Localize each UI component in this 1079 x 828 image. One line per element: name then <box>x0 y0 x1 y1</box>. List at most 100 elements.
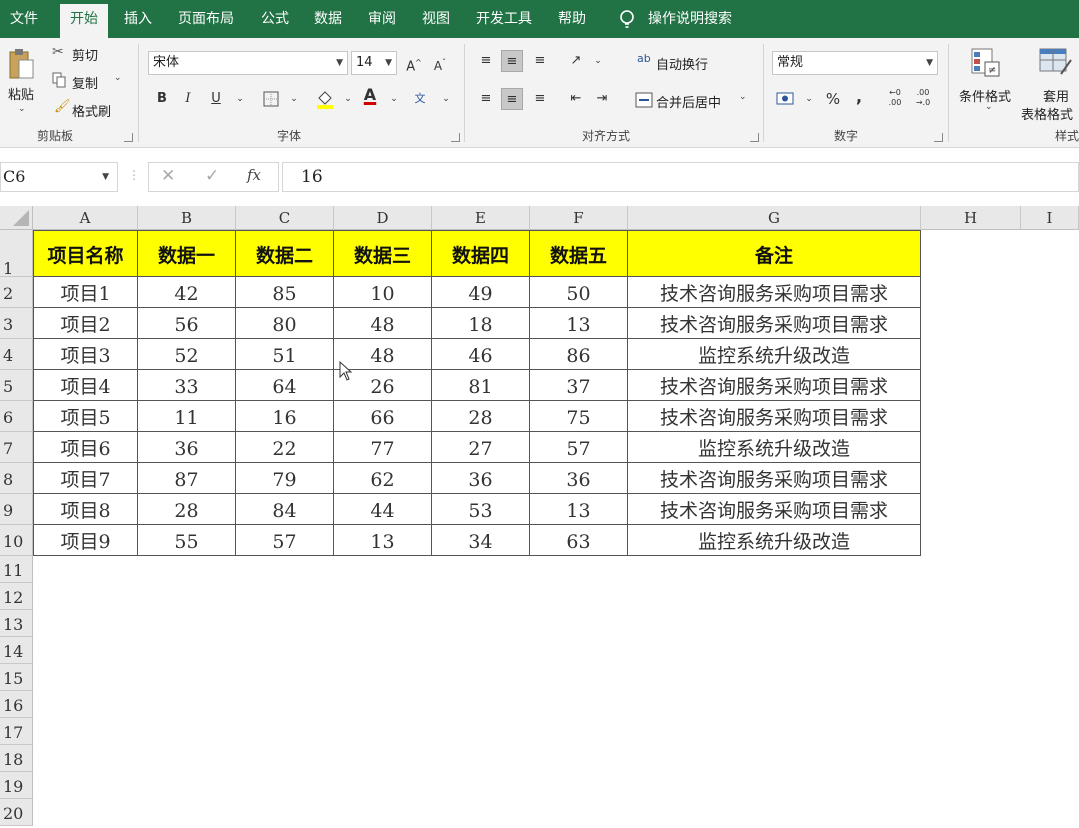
align-middle-icon[interactable]: ≡ <box>501 50 523 72</box>
accounting-dropdown-icon[interactable]: ⌄ <box>798 88 820 110</box>
table-header-cell[interactable]: 项目名称 <box>33 230 138 277</box>
table-header-cell[interactable]: 备注 <box>628 230 921 277</box>
table-cell[interactable]: 13 <box>530 494 628 525</box>
table-cell[interactable]: 技术咨询服务采购项目需求 <box>628 463 921 494</box>
table-cell[interactable]: 55 <box>138 525 236 556</box>
table-cell[interactable]: 87 <box>138 463 236 494</box>
table-cell[interactable]: 36 <box>530 463 628 494</box>
column-header-e[interactable]: E <box>432 206 530 230</box>
table-cell[interactable]: 34 <box>432 525 530 556</box>
enter-icon[interactable]: ✓ <box>205 166 219 186</box>
column-header-f[interactable]: F <box>530 206 628 230</box>
row-header-8[interactable]: 8 <box>0 463 33 494</box>
table-cell[interactable]: 27 <box>432 432 530 463</box>
tab-data[interactable]: 数据 <box>304 0 352 38</box>
table-cell[interactable]: 46 <box>432 339 530 370</box>
row-header-1[interactable]: 1 <box>0 230 33 278</box>
table-cell[interactable]: 51 <box>236 339 334 370</box>
table-cell[interactable]: 18 <box>432 308 530 339</box>
table-cell[interactable]: 技术咨询服务采购项目需求 <box>628 308 921 339</box>
clipboard-launcher[interactable] <box>124 133 133 142</box>
table-header-cell[interactable]: 数据二 <box>236 230 334 277</box>
table-cell[interactable]: 项目4 <box>33 370 138 401</box>
table-cell[interactable]: 56 <box>138 308 236 339</box>
orientation-dropdown-icon[interactable]: ⌄ <box>587 50 609 72</box>
row-header-11[interactable]: 11 <box>0 556 33 583</box>
increase-font-icon[interactable]: A^ <box>403 52 425 74</box>
table-cell[interactable]: 技术咨询服务采购项目需求 <box>628 494 921 525</box>
phonetic-button[interactable]: 文 <box>409 88 431 110</box>
conditional-format-dropdown-icon[interactable]: ⌄ <box>985 102 993 112</box>
italic-button[interactable]: I <box>177 88 199 110</box>
table-cell[interactable]: 项目8 <box>33 494 138 525</box>
wrap-text-button[interactable]: 自动换行 <box>656 54 708 73</box>
font-name-select[interactable]: 宋体 ▼ <box>148 51 348 75</box>
accounting-format-icon[interactable] <box>776 90 796 108</box>
table-cell[interactable]: 80 <box>236 308 334 339</box>
table-cell[interactable]: 42 <box>138 277 236 308</box>
decrease-indent-icon[interactable]: ⇤ <box>565 88 587 110</box>
row-header-10[interactable]: 10 <box>0 525 33 556</box>
tell-me-search[interactable]: 操作说明搜索 <box>638 0 742 38</box>
merge-dropdown-icon[interactable]: ⌄ <box>739 92 747 102</box>
paste-icon[interactable] <box>8 46 36 82</box>
table-cell[interactable]: 10 <box>334 277 432 308</box>
row-header-13[interactable]: 13 <box>0 610 33 637</box>
merge-center-button[interactable]: 合并后居中 <box>656 92 721 111</box>
tab-insert[interactable]: 插入 <box>114 0 162 38</box>
table-header-cell[interactable]: 数据一 <box>138 230 236 277</box>
row-header-17[interactable]: 17 <box>0 718 33 745</box>
table-cell[interactable]: 13 <box>334 525 432 556</box>
cancel-icon[interactable]: ✕ <box>161 166 175 186</box>
table-cell[interactable]: 项目3 <box>33 339 138 370</box>
increase-decimal-icon[interactable]: ←0.00 <box>884 88 906 110</box>
table-cell[interactable]: 技术咨询服务采购项目需求 <box>628 277 921 308</box>
percent-button[interactable]: % <box>822 88 844 110</box>
table-cell[interactable]: 44 <box>334 494 432 525</box>
table-cell[interactable]: 36 <box>432 463 530 494</box>
table-cell[interactable]: 项目6 <box>33 432 138 463</box>
table-header-cell[interactable]: 数据五 <box>530 230 628 277</box>
row-header-7[interactable]: 7 <box>0 432 33 463</box>
decrease-decimal-icon[interactable]: .00 →.0 <box>912 88 934 110</box>
paste-dropdown-icon[interactable]: ⌄ <box>18 104 26 114</box>
table-cell[interactable]: 16 <box>236 401 334 432</box>
table-cell[interactable]: 49 <box>432 277 530 308</box>
table-cell[interactable]: 86 <box>530 339 628 370</box>
format-painter-button[interactable]: 格式刷 <box>72 101 111 120</box>
increase-indent-icon[interactable]: ⇥ <box>591 88 613 110</box>
font-launcher[interactable] <box>451 133 460 142</box>
table-cell[interactable]: 64 <box>236 370 334 401</box>
table-cell[interactable]: 项目9 <box>33 525 138 556</box>
tab-review[interactable]: 审阅 <box>358 0 406 38</box>
table-cell[interactable]: 技术咨询服务采购项目需求 <box>628 370 921 401</box>
tab-developer[interactable]: 开发工具 <box>466 0 542 38</box>
orientation-icon[interactable]: ↗ <box>565 50 587 72</box>
align-bottom-icon[interactable]: ≡ <box>529 50 551 72</box>
conditional-format-icon[interactable]: ≠ <box>971 48 1001 78</box>
table-format-button-line1[interactable]: 套用 <box>1043 86 1069 105</box>
fx-icon[interactable]: fx <box>247 166 261 184</box>
border-dropdown-icon[interactable]: ⌄ <box>283 88 305 110</box>
align-center-icon[interactable]: ≡ <box>501 88 523 110</box>
font-color-button[interactable]: A <box>359 84 381 106</box>
row-header-12[interactable]: 12 <box>0 583 33 610</box>
row-header-16[interactable]: 16 <box>0 691 33 718</box>
table-cell[interactable]: 48 <box>334 308 432 339</box>
number-format-select[interactable]: 常规 ▼ <box>772 51 938 75</box>
table-cell[interactable]: 50 <box>530 277 628 308</box>
underline-button[interactable]: U <box>205 88 227 110</box>
row-header-6[interactable]: 6 <box>0 401 33 432</box>
table-format-button-line2[interactable]: 表格格式 <box>1021 104 1073 123</box>
table-format-icon[interactable] <box>1039 48 1073 78</box>
row-header-19[interactable]: 19 <box>0 772 33 799</box>
table-cell[interactable]: 技术咨询服务采购项目需求 <box>628 401 921 432</box>
table-cell[interactable]: 36 <box>138 432 236 463</box>
fill-color-dropdown-icon[interactable]: ⌄ <box>337 88 359 110</box>
phonetic-dropdown-icon[interactable]: ⌄ <box>435 88 457 110</box>
table-cell[interactable]: 13 <box>530 308 628 339</box>
table-cell[interactable]: 77 <box>334 432 432 463</box>
table-cell[interactable]: 监控系统升级改造 <box>628 339 921 370</box>
table-cell[interactable]: 79 <box>236 463 334 494</box>
table-cell[interactable]: 52 <box>138 339 236 370</box>
